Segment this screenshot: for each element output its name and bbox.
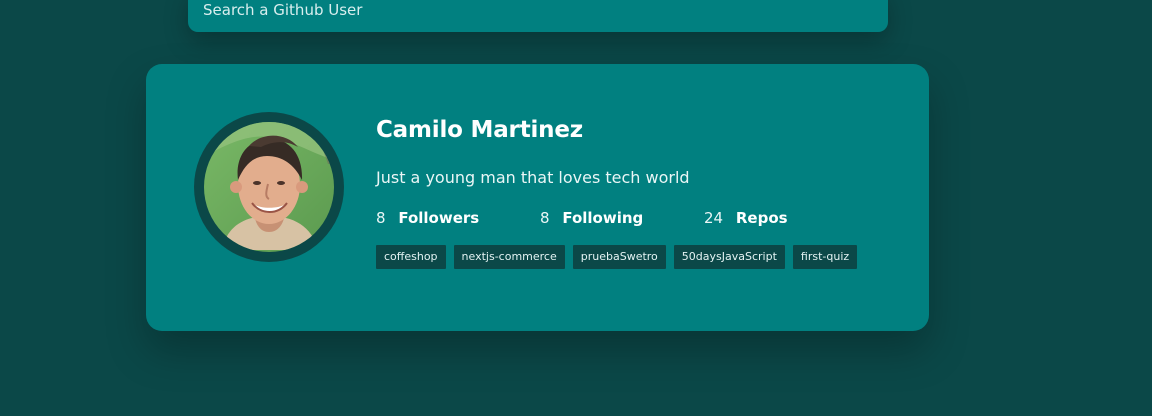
avatar: [204, 122, 334, 252]
search-container: [188, 0, 888, 32]
search-input[interactable]: [203, 0, 863, 24]
followers-label: Followers: [398, 209, 480, 227]
following-count: 8: [540, 209, 550, 227]
repo-list: coffeshop nextjs-commerce pruebaSwetro 5…: [376, 245, 896, 269]
repo-tag[interactable]: 50daysJavaScript: [673, 245, 785, 269]
followers-stat: 8 Followers: [376, 209, 540, 227]
user-bio: Just a young man that loves tech world: [376, 168, 690, 187]
following-stat: 8 Following: [540, 209, 704, 227]
user-stats: 8 Followers 8 Following 24 Repos: [376, 206, 896, 230]
avatar-ring: [194, 112, 344, 262]
repos-count: 24: [704, 209, 724, 227]
followers-count: 8: [376, 209, 386, 227]
repos-stat: 24 Repos: [704, 209, 868, 227]
profile-card: Camilo Martinez Just a young man that lo…: [146, 64, 929, 331]
repo-tag[interactable]: nextjs-commerce: [453, 245, 565, 269]
repo-tag[interactable]: coffeshop: [376, 245, 446, 269]
repo-tag[interactable]: pruebaSwetro: [572, 245, 666, 269]
following-label: Following: [562, 209, 644, 227]
repo-tag[interactable]: first-quiz: [792, 245, 858, 269]
user-name: Camilo Martinez: [376, 117, 583, 143]
repos-label: Repos: [735, 209, 788, 227]
profile-info: Camilo Martinez Just a young man that lo…: [376, 114, 896, 269]
